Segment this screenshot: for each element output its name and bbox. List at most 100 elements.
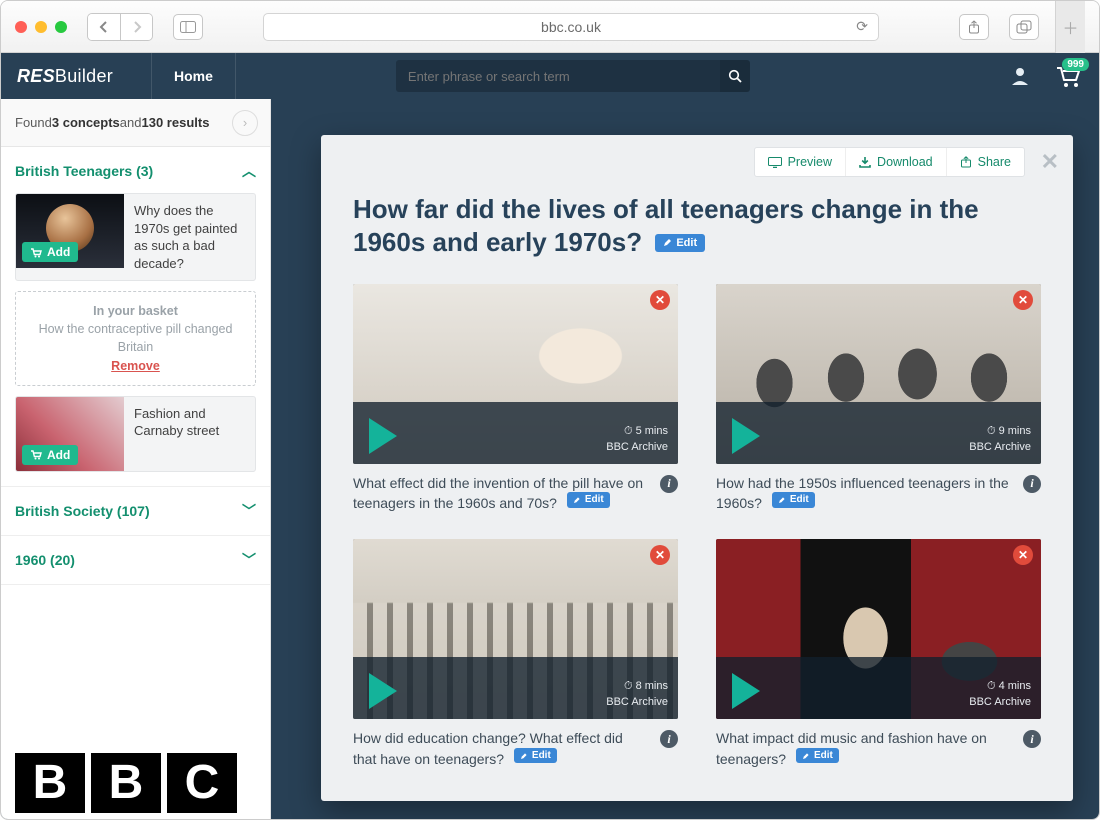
info-icon[interactable]: i	[660, 730, 678, 748]
home-link[interactable]: Home	[151, 53, 236, 99]
play-icon[interactable]	[728, 416, 764, 456]
search-button[interactable]	[720, 60, 750, 92]
chevron-down-icon: ﹀	[242, 501, 256, 521]
search-bar	[396, 60, 750, 92]
minimize-window-icon[interactable]	[35, 21, 47, 33]
clip-question: What impact did music and fashion have o…	[716, 729, 1013, 769]
edit-clip-button[interactable]: Edit	[796, 748, 839, 764]
preview-button[interactable]: Preview	[755, 148, 845, 176]
share-icon	[960, 156, 972, 168]
remove-clip-icon[interactable]: ✕	[1013, 545, 1033, 565]
result-title: Why does the 1970s get painted as such a…	[124, 194, 255, 280]
info-icon[interactable]: i	[660, 475, 678, 493]
share-button[interactable]	[959, 14, 989, 40]
address-url: bbc.co.uk	[541, 19, 601, 35]
concept-toggle[interactable]: 1960 (20) ﹀	[15, 550, 256, 570]
edit-clip-button[interactable]: Edit	[772, 492, 815, 508]
play-icon[interactable]	[728, 671, 764, 711]
clip-question: How did education change? What effect di…	[353, 729, 650, 769]
download-button[interactable]: Download	[845, 148, 946, 176]
pencil-icon	[778, 496, 786, 504]
clip-thumbnail[interactable]: ✕ ⏱ 4 minsBBC Archive	[716, 539, 1041, 719]
clip-thumbnail[interactable]: ✕ ⏱ 5 minsBBC Archive	[353, 284, 678, 464]
clip-overlay: ⏱ 5 minsBBC Archive	[353, 402, 678, 464]
bbc-logo: BBC	[15, 753, 256, 813]
panel-toolbar: Preview Download Share	[754, 147, 1025, 177]
basket-heading: In your basket	[26, 302, 245, 320]
forward-button[interactable]	[120, 14, 152, 40]
download-icon	[859, 156, 871, 168]
maximize-window-icon[interactable]	[55, 21, 67, 33]
user-icon[interactable]	[1009, 65, 1031, 87]
remove-clip-icon[interactable]: ✕	[650, 290, 670, 310]
chevron-up-icon: ︿	[242, 161, 256, 181]
clip-card: ✕ ⏱ 5 minsBBC Archive What effect did the …	[353, 284, 678, 514]
app-header: RESBuilder Home 999	[1, 53, 1099, 99]
pencil-icon	[520, 752, 528, 760]
pencil-icon	[663, 238, 672, 247]
pencil-icon	[802, 752, 810, 760]
clip-duration: ⏱ 9 mins	[969, 424, 1031, 440]
basket-item-title: How the contraceptive pill changed Brita…	[26, 320, 245, 356]
search-input[interactable]	[396, 60, 720, 92]
nav-buttons	[87, 13, 153, 41]
share-button[interactable]: Share	[946, 148, 1024, 176]
address-bar[interactable]: bbc.co.uk ⟳	[263, 13, 879, 41]
edit-title-button[interactable]: Edit	[655, 234, 705, 252]
edit-clip-button[interactable]: Edit	[567, 492, 610, 508]
basket-card: In your basket How the contraceptive pil…	[15, 291, 256, 386]
clip-duration: ⏱ 8 mins	[606, 679, 668, 695]
close-window-icon[interactable]	[15, 21, 27, 33]
chevron-right-icon[interactable]: ›	[232, 110, 258, 136]
result-card[interactable]: Add Fashion and Carnaby street	[15, 396, 256, 472]
clip-source: BBC Archive	[969, 440, 1031, 456]
clip-duration: ⏱ 4 mins	[969, 679, 1031, 695]
play-icon[interactable]	[365, 416, 401, 456]
play-icon[interactable]	[365, 671, 401, 711]
concept-title: British Society (107)	[15, 503, 150, 519]
concept-british-teenagers: British Teenagers (3) ︿ Add Why does the…	[1, 147, 270, 487]
add-button[interactable]: Add	[22, 242, 78, 262]
browser-chrome: bbc.co.uk ⟳ ＋	[1, 1, 1099, 53]
clip-thumbnail[interactable]: ✕ ⏱ 9 minsBBC Archive	[716, 284, 1041, 464]
clip-question: What effect did the invention of the pil…	[353, 474, 650, 514]
concept-british-society: British Society (107) ﹀	[1, 487, 270, 536]
concept-1960: 1960 (20) ﹀	[1, 536, 270, 585]
result-thumbnail: Add	[16, 194, 124, 268]
cart-button[interactable]: 999	[1037, 64, 1099, 88]
cart-icon	[30, 247, 42, 258]
sidebar-footer: BBC	[1, 739, 270, 820]
back-button[interactable]	[88, 14, 120, 40]
concept-title: British Teenagers (3)	[15, 163, 153, 179]
clip-thumbnail[interactable]: ✕⏱ 8 minsBBC Archive	[353, 539, 678, 719]
chevron-down-icon: ﹀	[242, 550, 256, 570]
clip-source: BBC Archive	[969, 695, 1031, 711]
results-summary: Found 3 concepts and 130 results ›	[1, 99, 270, 147]
search-icon	[728, 69, 742, 83]
remove-clip-icon[interactable]: ✕	[650, 545, 670, 565]
clip-overlay: ⏱ 4 minsBBC Archive	[716, 657, 1041, 719]
clip-duration: ⏱ 5 mins	[606, 424, 668, 440]
edit-clip-button[interactable]: Edit	[514, 748, 557, 764]
brand-logo[interactable]: RESBuilder	[1, 66, 151, 87]
concept-toggle[interactable]: British Teenagers (3) ︿	[15, 161, 256, 181]
add-button[interactable]: Add	[22, 445, 78, 465]
result-card[interactable]: Add Why does the 1970s get painted as su…	[15, 193, 256, 281]
close-icon[interactable]: ✕	[1041, 149, 1059, 175]
clip-overlay: ⏱ 9 minsBBC Archive	[716, 402, 1041, 464]
info-icon[interactable]: i	[1023, 475, 1041, 493]
tabs-button[interactable]	[1009, 14, 1039, 40]
cart-icon	[30, 449, 42, 460]
concept-toggle[interactable]: British Society (107) ﹀	[15, 501, 256, 521]
clip-question: How had the 1950s influenced teenagers i…	[716, 474, 1013, 514]
result-title: Fashion and Carnaby street	[124, 397, 255, 471]
concept-title: 1960 (20)	[15, 552, 75, 568]
new-tab-button[interactable]: ＋	[1055, 1, 1085, 53]
sidebar: Found 3 concepts and 130 results › Briti…	[1, 99, 271, 820]
sidebar-toggle[interactable]	[173, 14, 203, 40]
monitor-icon	[768, 157, 782, 168]
reload-icon[interactable]: ⟳	[856, 18, 868, 35]
remove-link[interactable]: Remove	[26, 357, 245, 375]
info-icon[interactable]: i	[1023, 730, 1041, 748]
remove-clip-icon[interactable]: ✕	[1013, 290, 1033, 310]
